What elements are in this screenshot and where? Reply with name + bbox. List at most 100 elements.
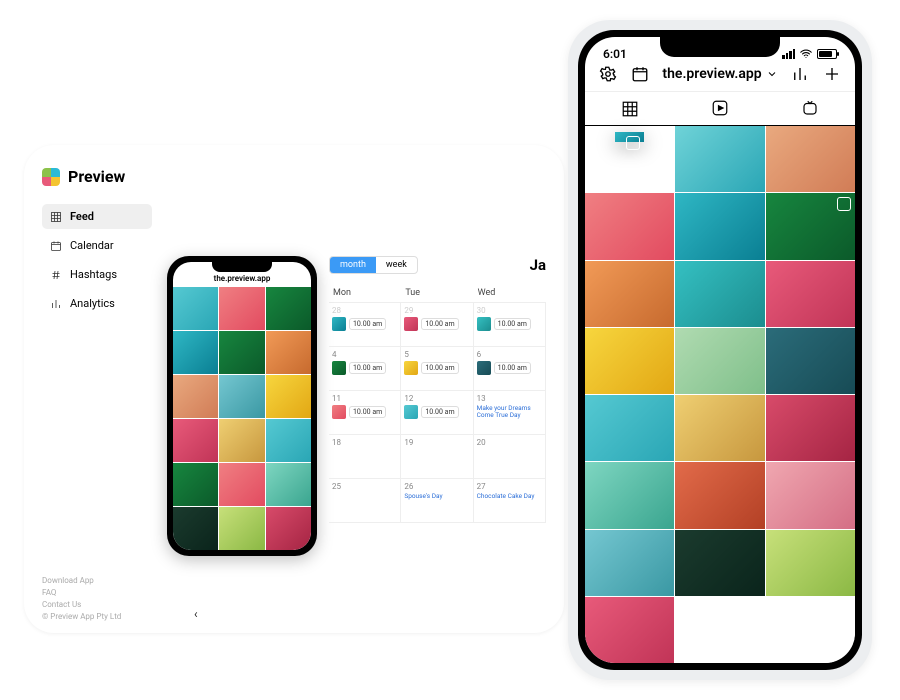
footer-link[interactable]: Contact Us <box>42 599 546 611</box>
calendar-event[interactable]: 10.00 am <box>477 361 542 375</box>
calendar-event[interactable]: 10.00 am <box>404 361 469 375</box>
feed-tile[interactable] <box>675 193 764 259</box>
calendar-day-number: 11 <box>332 394 397 403</box>
calendar-cell[interactable]: 3010.00 am <box>474 303 546 347</box>
calendar-cell[interactable]: 2910.00 am <box>401 303 473 347</box>
mini-feed-tile[interactable] <box>219 331 264 374</box>
feed-tile[interactable] <box>766 126 855 192</box>
calendar-cell[interactable]: 1210.00 am <box>401 391 473 435</box>
feed-tile[interactable] <box>766 261 855 327</box>
feed-tile[interactable] <box>585 462 674 528</box>
calendar-cell[interactable]: 11 10.00 am <box>329 391 401 435</box>
mini-feed-tile[interactable] <box>173 507 218 550</box>
calendar-day-header: Mon <box>329 284 401 302</box>
mini-feed-tile[interactable] <box>219 507 264 550</box>
calendar-cell[interactable]: 18 <box>329 435 401 479</box>
mini-feed-tile[interactable] <box>266 419 311 462</box>
calendar-cell[interactable]: 20 <box>474 435 546 479</box>
feed-tile[interactable] <box>675 530 764 596</box>
feed-tile[interactable] <box>585 597 674 663</box>
calendar-icon[interactable] <box>631 65 649 83</box>
mini-feed-tile[interactable] <box>219 463 264 506</box>
feed-tile[interactable] <box>585 530 674 596</box>
brand-logo-icon <box>42 168 60 186</box>
sidebar-item-calendar[interactable]: Calendar <box>42 233 152 258</box>
feed-tile[interactable] <box>766 328 855 394</box>
calendar-day-header: Tue <box>401 284 473 302</box>
calendar-day-number: 19 <box>404 438 469 447</box>
feed-tile[interactable] <box>585 395 674 461</box>
mini-feed-tile[interactable] <box>173 419 218 462</box>
mini-feed-tile[interactable] <box>173 375 218 418</box>
calendar-cell[interactable]: 25 <box>329 479 401 523</box>
feed-tile[interactable] <box>585 193 674 259</box>
sidebar-item-label: Calendar <box>70 239 114 252</box>
feed-tile[interactable] <box>675 126 764 192</box>
toggle-week[interactable]: week <box>376 257 417 273</box>
feed-tile[interactable] <box>766 462 855 528</box>
tab-reels[interactable] <box>675 92 765 125</box>
sidebar-item-label: Feed <box>70 210 94 223</box>
tab-igtv[interactable] <box>765 92 855 125</box>
calendar-cell[interactable]: 2810.00 am <box>329 303 401 347</box>
calendar-cell[interactable]: 610.00 am <box>474 347 546 391</box>
calendar-day-number: 13 <box>477 394 542 403</box>
calendar-cell[interactable]: 26Spouse's Day <box>401 479 473 523</box>
event-time: 10.00 am <box>494 362 531 374</box>
calendar-cell[interactable]: 19 <box>401 435 473 479</box>
feed-tile[interactable] <box>585 261 674 327</box>
mini-feed-tile[interactable] <box>219 419 264 462</box>
collapse-sidebar-button[interactable]: ‹ <box>194 607 198 621</box>
calendar-icon <box>50 240 62 252</box>
footer-link[interactable]: FAQ <box>42 587 546 599</box>
calendar-day-headers: MonTueWed <box>329 284 546 302</box>
settings-icon[interactable] <box>599 65 617 83</box>
mini-feed-tile[interactable] <box>266 375 311 418</box>
analytics-icon[interactable] <box>791 65 809 83</box>
mini-feed-tile[interactable] <box>173 463 218 506</box>
sidebar-item-hashtags[interactable]: Hashtags <box>42 262 152 287</box>
footer-link[interactable]: Download App <box>42 575 546 587</box>
phone-notch <box>660 37 780 57</box>
event-time: 10.00 am <box>494 318 531 330</box>
calendar-event[interactable]: 10.00 am <box>332 361 397 375</box>
mini-feed-tile[interactable] <box>219 375 264 418</box>
calendar-event[interactable]: 10.00 am <box>332 405 397 419</box>
tab-grid[interactable] <box>585 92 675 127</box>
calendar-event[interactable]: 10.00 am <box>404 405 469 419</box>
calendar-cell[interactable]: 13Make your Dreams Come True Day <box>474 391 546 435</box>
mini-phone-preview: the.preview.app <box>167 256 317 556</box>
dragging-tile[interactable] <box>615 132 644 142</box>
calendar-day-number: 4 <box>332 350 397 359</box>
mini-feed-tile[interactable] <box>266 507 311 550</box>
feed-tile[interactable] <box>675 261 764 327</box>
feed-tile[interactable] <box>585 328 674 394</box>
mini-feed-tile[interactable] <box>266 287 311 330</box>
calendar-cell[interactable]: 4 10.00 am <box>329 347 401 391</box>
sidebar-item-analytics[interactable]: Analytics <box>42 291 152 316</box>
toggle-month[interactable]: month <box>330 257 376 273</box>
feed-tile[interactable] <box>766 530 855 596</box>
feed-tile[interactable] <box>675 395 764 461</box>
calendar-cell[interactable]: 27Chocolate Cake Day <box>474 479 546 523</box>
feed-tile[interactable] <box>766 193 855 259</box>
calendar-event[interactable]: 10.00 am <box>332 317 397 331</box>
sidebar-item-feed[interactable]: Feed <box>42 204 152 229</box>
calendar-event[interactable]: 10.00 am <box>404 317 469 331</box>
mini-feed-tile[interactable] <box>219 287 264 330</box>
mini-feed-tile[interactable] <box>173 287 218 330</box>
feed-tile[interactable] <box>675 328 764 394</box>
feed-tile[interactable] <box>766 395 855 461</box>
mini-feed-tile[interactable] <box>266 463 311 506</box>
calendar-cell[interactable]: 510.00 am <box>401 347 473 391</box>
calendar-event[interactable]: 10.00 am <box>477 317 542 331</box>
mini-feed-tile[interactable] <box>266 331 311 374</box>
feed-grid[interactable] <box>585 126 855 663</box>
event-thumbnail <box>404 361 418 375</box>
analytics-icon <box>50 298 62 310</box>
mini-feed-tile[interactable] <box>173 331 218 374</box>
account-switcher[interactable]: the.preview.app <box>662 66 777 82</box>
feed-tile[interactable] <box>675 462 764 528</box>
calendar-day-number: 20 <box>477 438 542 447</box>
add-icon[interactable] <box>823 65 841 83</box>
